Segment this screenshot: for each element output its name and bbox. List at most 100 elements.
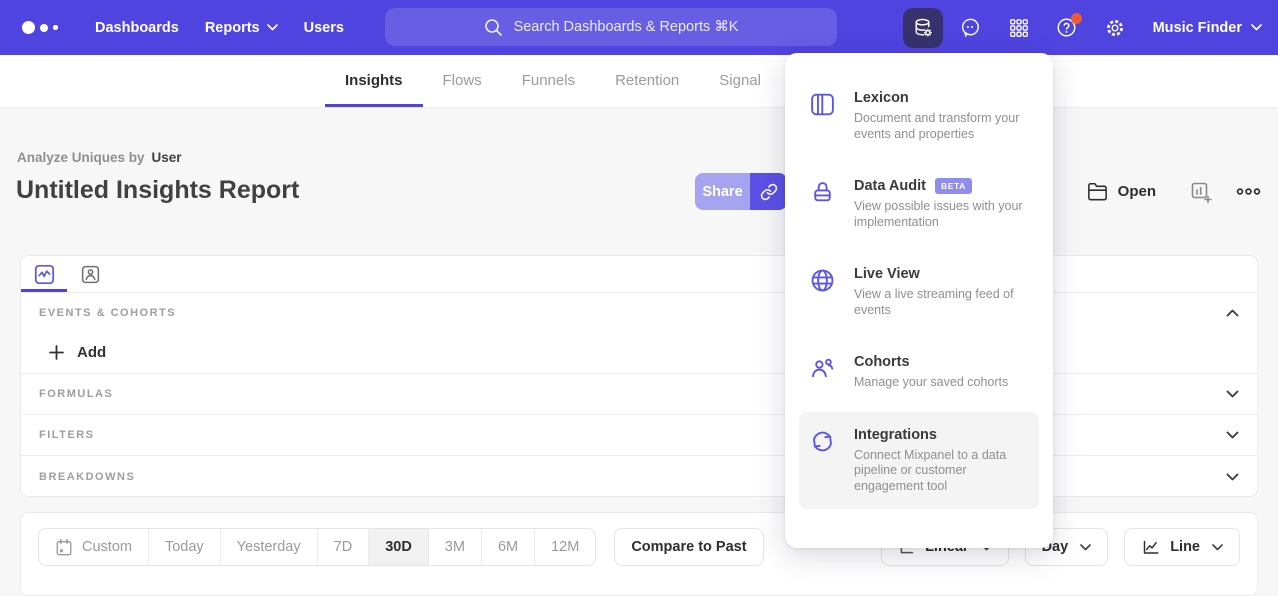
beta-badge: BETA (935, 178, 972, 194)
cohorts-people-icon (809, 354, 837, 382)
dropdown-item-title: Integrations (854, 427, 937, 443)
copy-link-button[interactable] (750, 173, 787, 210)
date-range-custom[interactable]: Custom (39, 529, 148, 565)
mixpanel-logo[interactable] (22, 21, 66, 34)
tab-signal[interactable]: Signal (699, 54, 781, 107)
dropdown-item-body: Data Audit BETA View possible issues wit… (854, 178, 1029, 230)
section-breakdowns[interactable]: BREAKDOWNS (21, 456, 1257, 497)
chart-type-select[interactable]: Line (1124, 528, 1240, 566)
dropdown-item-title: Cohorts (854, 354, 910, 370)
dropdown-item-description: View a live streaming feed of events (854, 287, 1029, 318)
chevron-down-icon (1226, 431, 1239, 439)
ellipsis-icon (1236, 187, 1261, 196)
open-label: Open (1118, 183, 1156, 200)
report-tabbar: Insights Flows Funnels Retention Signal … (0, 54, 1278, 108)
section-filters[interactable]: FILTERS (21, 415, 1257, 456)
project-switcher[interactable]: Music Finder (1153, 20, 1262, 36)
analyze-entity-selector[interactable]: User (152, 150, 182, 165)
tab-funnels[interactable]: Funnels (502, 54, 595, 107)
add-to-dashboard-button[interactable] (1190, 181, 1212, 203)
section-formulas[interactable]: FORMULAS (21, 374, 1257, 415)
date-range-control: Custom Today Yesterday 7D 30D 3M 6M 12M (38, 528, 596, 566)
date-range-12m[interactable]: 12M (534, 529, 595, 565)
project-name: Music Finder (1153, 20, 1242, 36)
tab-users-profile[interactable] (67, 256, 113, 292)
date-range-6m[interactable]: 6M (481, 529, 534, 565)
date-range-label: 30D (385, 539, 412, 555)
chart-add-icon (1190, 181, 1212, 203)
date-range-yesterday[interactable]: Yesterday (220, 529, 317, 565)
share-button[interactable]: Share (695, 173, 750, 210)
section-events-cohorts[interactable]: EVENTS & COHORTS (21, 293, 1257, 332)
tab-insights[interactable]: Insights (325, 54, 423, 107)
chart-tab-icon (34, 264, 55, 285)
report-title[interactable]: Untitled Insights Report (16, 176, 299, 205)
tab-label: Flows (443, 72, 482, 89)
data-management-button[interactable] (903, 8, 943, 48)
tab-label: Retention (615, 72, 679, 89)
nav-right-cluster: Music Finder (903, 0, 1262, 55)
nav-item-reports[interactable]: Reports (192, 0, 291, 55)
feedback-button[interactable] (951, 8, 991, 48)
apps-button[interactable] (999, 8, 1039, 48)
database-gear-icon (912, 17, 934, 39)
dropdown-item-cohorts[interactable]: Cohorts Manage your saved cohorts (799, 339, 1039, 406)
nav-item-label: Reports (205, 20, 260, 36)
tab-retention[interactable]: Retention (595, 54, 699, 107)
tab-flows[interactable]: Flows (423, 54, 502, 107)
date-range-label: 6M (498, 539, 518, 555)
dropdown-item-data-audit[interactable]: Data Audit BETA View possible issues wit… (799, 163, 1039, 245)
add-event-button[interactable]: Add (21, 332, 1257, 374)
top-nav: Dashboards Reports Users Search Dashboar… (0, 0, 1278, 55)
compare-to-past-button[interactable]: Compare to Past (614, 528, 763, 566)
nav-item-dashboards[interactable]: Dashboards (82, 0, 192, 55)
dropdown-item-title: Lexicon (854, 90, 909, 106)
query-builder-panel: EVENTS & COHORTS Add FORMULAS FILTERS BR… (20, 255, 1258, 497)
live-view-globe-icon (809, 266, 837, 294)
analyze-prefix: Analyze Uniques by (17, 150, 145, 165)
integrations-sync-icon (809, 427, 837, 455)
date-range-label: 7D (334, 539, 353, 555)
date-range-label: Custom (82, 539, 132, 555)
expand-section-button[interactable] (1226, 431, 1239, 439)
nav-item-users[interactable]: Users (291, 0, 357, 55)
more-options-button[interactable] (1236, 187, 1261, 196)
date-range-7d[interactable]: 7D (317, 529, 369, 565)
chart-type-label: Line (1170, 539, 1200, 555)
dropdown-item-body: Live View View a live streaming feed of … (854, 266, 1029, 318)
date-range-label: Yesterday (237, 539, 301, 555)
lexicon-book-icon (809, 90, 837, 118)
chevron-down-icon (1226, 390, 1239, 398)
dropdown-item-body: Integrations Connect Mixpanel to a data … (854, 427, 1029, 495)
date-range-3m[interactable]: 3M (428, 529, 481, 565)
dropdown-item-lexicon[interactable]: Lexicon Document and transform your even… (799, 75, 1039, 157)
chevron-down-icon (1080, 544, 1091, 551)
date-range-30d[interactable]: 30D (368, 529, 428, 565)
tab-metrics-chart[interactable] (21, 256, 67, 292)
dropdown-item-title: Live View (854, 266, 920, 282)
dropdown-item-integrations[interactable]: Integrations Connect Mixpanel to a data … (799, 412, 1039, 510)
help-button[interactable] (1047, 8, 1087, 48)
chart-toolbar: Custom Today Yesterday 7D 30D 3M 6M 12M … (20, 512, 1258, 596)
expand-section-button[interactable] (1226, 473, 1239, 481)
open-report-button[interactable]: Open (1087, 182, 1156, 201)
chevron-down-icon (1251, 24, 1262, 31)
nav-item-label: Users (304, 20, 344, 36)
search-input[interactable]: Search Dashboards & Reports ⌘K (385, 8, 837, 46)
expand-section-button[interactable] (1226, 390, 1239, 398)
collapse-section-button[interactable] (1226, 309, 1239, 317)
chevron-down-icon (1226, 473, 1239, 481)
dropdown-item-description: Connect Mixpanel to a data pipeline or c… (854, 448, 1029, 495)
share-group: Share (695, 173, 787, 210)
notification-dot (1071, 13, 1082, 24)
link-icon (760, 183, 778, 201)
date-range-today[interactable]: Today (148, 529, 220, 565)
tab-label: Signal (719, 72, 761, 89)
dropdown-item-title: Data Audit (854, 178, 926, 194)
dropdown-item-live-view[interactable]: Live View View a live streaming feed of … (799, 251, 1039, 333)
section-label: FILTERS (39, 429, 95, 441)
settings-button[interactable] (1095, 8, 1135, 48)
chat-dots-icon (959, 16, 982, 39)
nav-item-label: Dashboards (95, 20, 179, 36)
search-placeholder: Search Dashboards & Reports ⌘K (514, 19, 739, 35)
